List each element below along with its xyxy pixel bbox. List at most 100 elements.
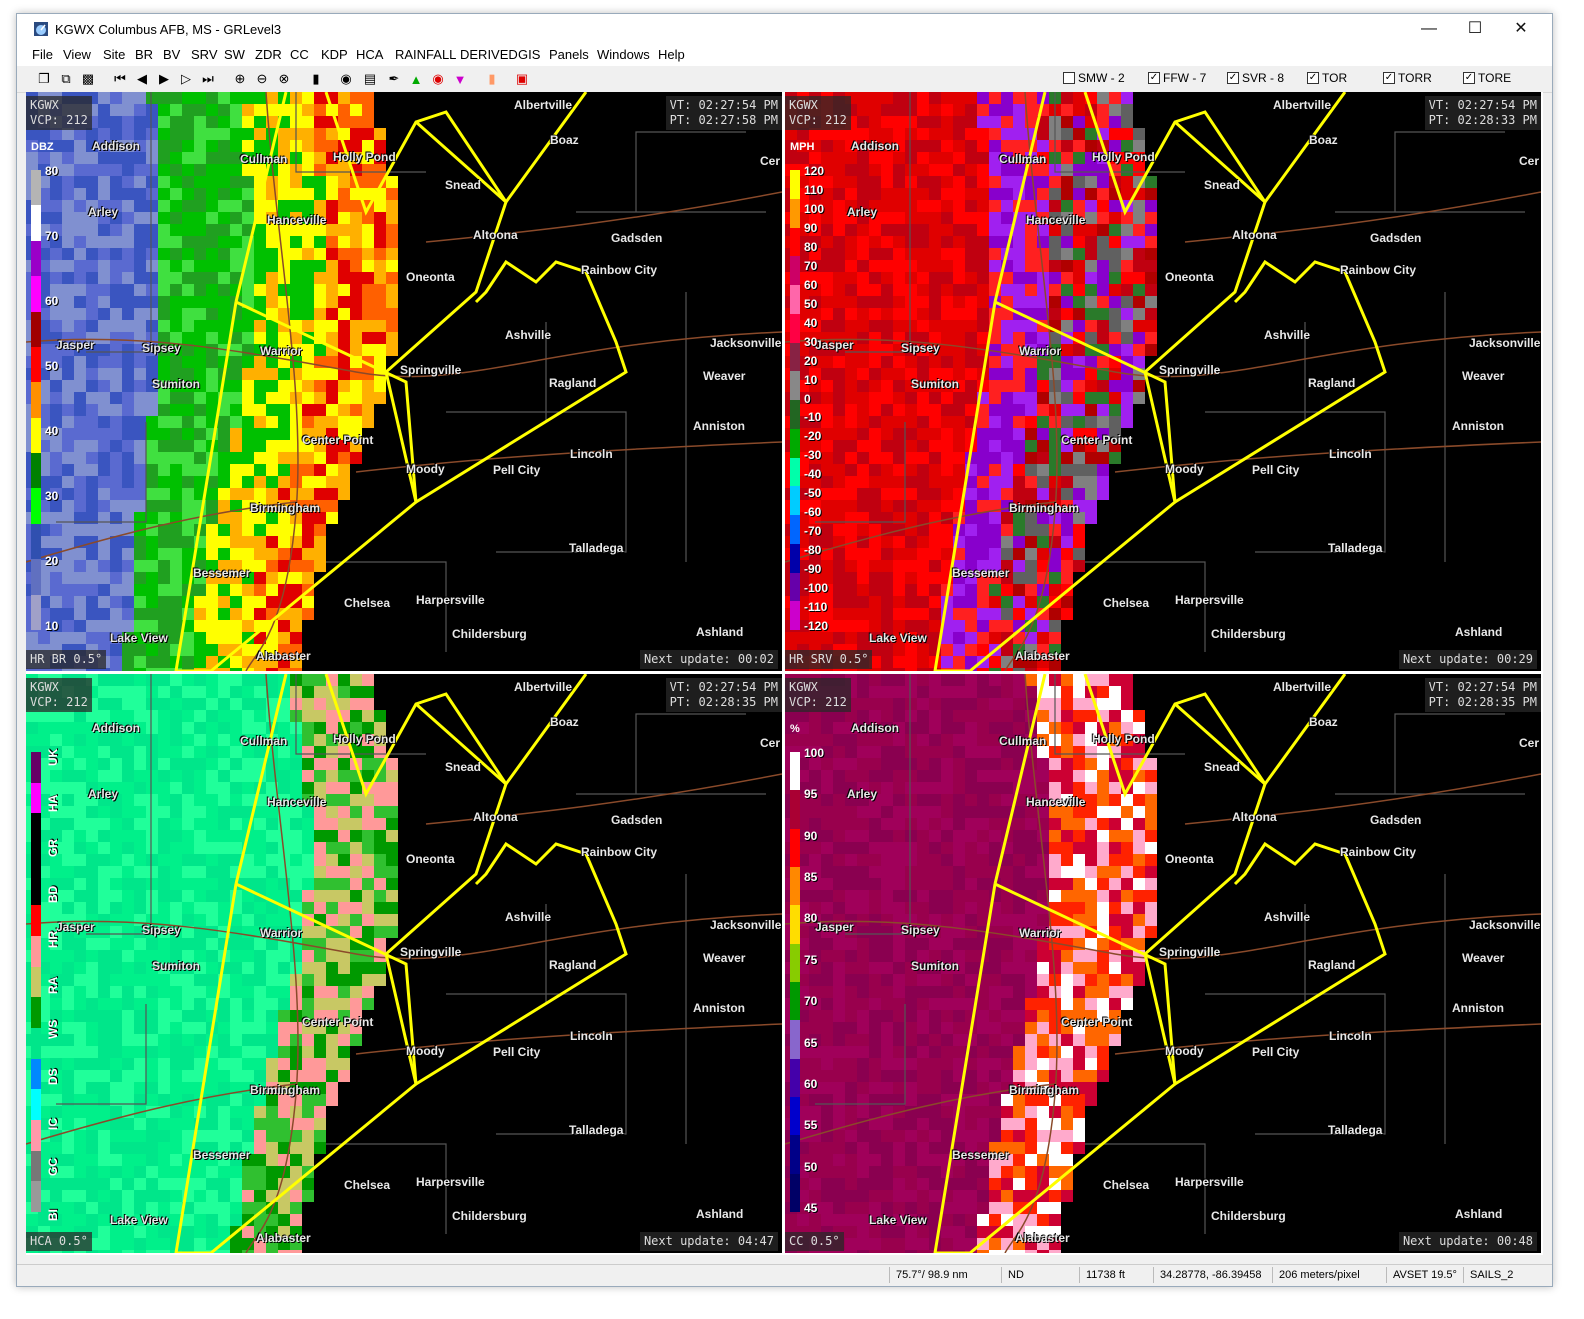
filter-torr-checkbox[interactable]: ✓ TORR	[1383, 71, 1432, 85]
valid-time: VT: 02:27:54 PM	[669, 680, 778, 694]
city-label: Arley	[88, 787, 119, 801]
menu-site[interactable]: Site	[103, 47, 125, 62]
city-label: Ashville	[1264, 910, 1311, 924]
menu-help[interactable]: Help	[658, 47, 685, 62]
copy-icon[interactable]: ❐	[35, 70, 53, 88]
radar-map[interactable]	[26, 674, 782, 1253]
close-button[interactable]: ✕	[1498, 14, 1544, 44]
city-label: Lake View	[110, 631, 168, 645]
palette-icon[interactable]: ▩	[79, 70, 97, 88]
avset-value: AVSET 19.5°	[1386, 1267, 1462, 1283]
menu-cc[interactable]: CC	[290, 47, 309, 62]
vcp-label: VCP: 212	[789, 695, 847, 709]
step-back-icon[interactable]: ◀	[133, 70, 151, 88]
menu-gis[interactable]: GIS	[518, 47, 540, 62]
radar-icon[interactable]: ◉	[337, 70, 355, 88]
play-icon[interactable]: ▶	[155, 70, 173, 88]
radar-panel-3[interactable]: Albertville Boaz Addison Cullman Holly Pond S…	[26, 674, 782, 1253]
city-label: Rainbow City	[581, 845, 658, 859]
city-label: Albertville	[1273, 680, 1332, 694]
city-label: Cer	[1519, 154, 1540, 168]
copy2-icon[interactable]: ⧉	[57, 70, 75, 88]
product-label[interactable]: CC 0.5°	[785, 1232, 844, 1251]
city-label: Boaz	[1309, 715, 1338, 729]
minimize-button[interactable]: —	[1406, 14, 1452, 44]
legend-label: -10	[804, 410, 822, 425]
radar-panel-1[interactable]: Albertville Boaz Addison Cullman Holly Pond S…	[26, 92, 782, 671]
radar-map[interactable]	[785, 674, 1541, 1253]
legend-label: 60	[45, 294, 59, 308]
product-label[interactable]: HR BR 0.5°	[26, 650, 107, 669]
city-label: Holly Pond	[1092, 732, 1155, 746]
menu-zdr[interactable]: ZDR	[255, 47, 282, 62]
city-label: Anniston	[1452, 419, 1504, 433]
radar-map[interactable]	[785, 92, 1541, 671]
city-label: Springville	[400, 363, 462, 377]
site-info: KGWX VCP: 212	[785, 96, 851, 130]
site-code: KGWX	[30, 98, 59, 112]
city-label: Lincoln	[570, 1029, 613, 1043]
city-label: Weaver	[703, 369, 746, 383]
severe-warning-polygon[interactable]	[384, 120, 628, 505]
circle-icon[interactable]: ◉	[429, 70, 447, 88]
city-label: Weaver	[1462, 951, 1505, 965]
menu-kdp[interactable]: KDP	[321, 47, 348, 62]
menu-view[interactable]: View	[63, 47, 91, 62]
pin-icon[interactable]: ✒	[385, 70, 403, 88]
filter-smw-checkbox[interactable]: SMW - 2	[1063, 71, 1125, 85]
legend-label: 50	[804, 1159, 818, 1174]
legend-label: 80	[804, 911, 818, 926]
menu-bv[interactable]: BV	[163, 47, 180, 62]
radar-panel-2[interactable]: Albertville Boaz Addison Cullman Holly Pond S…	[785, 92, 1541, 671]
legend-label: 30	[804, 334, 818, 349]
azimuth-range: 75.7°/ 98.9 nm	[889, 1267, 1000, 1283]
city-label: Birmingham	[1009, 1083, 1080, 1097]
legend-label: BI	[46, 1209, 60, 1221]
menu-rainfall[interactable]: RAINFALL	[395, 47, 456, 62]
filter-tore-checkbox[interactable]: ✓ TORE	[1463, 71, 1511, 85]
menu-srv[interactable]: SRV	[191, 47, 218, 62]
orange-box-icon[interactable]: ▮	[483, 70, 501, 88]
last-frame-icon[interactable]: ⏭	[199, 70, 217, 88]
legend-label: 90	[804, 220, 818, 235]
cursor-icon[interactable]: ▮	[307, 70, 325, 88]
zoom-reset-icon[interactable]: ⊗	[275, 70, 293, 88]
filter-ffw-checkbox[interactable]: ✓ FFW - 7	[1148, 71, 1206, 85]
zoom-in-icon[interactable]: ⊕	[231, 70, 249, 88]
city-label: Jacksonville	[710, 336, 782, 350]
product-label[interactable]: HCA 0.5°	[26, 1232, 92, 1251]
product-label[interactable]: HR SRV 0.5°	[785, 650, 873, 669]
severe-warning-polygon[interactable]	[1143, 120, 1387, 505]
menu-sw[interactable]: SW	[224, 47, 245, 62]
severe-warning-polygon[interactable]	[384, 702, 628, 1087]
zoom-out-icon[interactable]: ⊖	[253, 70, 271, 88]
stop-icon[interactable]: ▣	[513, 70, 531, 88]
time-info: VT: 02:27:54 PM PT: 02:27:58 PM	[665, 96, 782, 130]
menu-br[interactable]: BR	[135, 47, 153, 62]
legend-swatch	[790, 486, 800, 515]
menu-hca[interactable]: HCA	[356, 47, 383, 62]
city-label: Addison	[92, 139, 140, 153]
maximize-button[interactable]: ☐	[1452, 14, 1498, 44]
menu-file[interactable]: File	[32, 47, 53, 62]
filter-tor-checkbox[interactable]: ✓ TOR	[1307, 71, 1347, 85]
radar-map[interactable]	[26, 92, 782, 671]
menu-windows[interactable]: Windows	[597, 47, 650, 62]
severe-warning-polygon[interactable]	[1143, 702, 1387, 1087]
step-forward-icon[interactable]: ▷	[177, 70, 195, 88]
radar-panel-4[interactable]: Albertville Boaz Addison Cullman Holly Pond S…	[785, 674, 1541, 1253]
colorbar-icon[interactable]: ▤	[361, 70, 379, 88]
menu-derived[interactable]: DERIVED	[460, 47, 518, 62]
first-frame-icon[interactable]: ⏮	[111, 70, 129, 88]
menu-panels[interactable]: Panels	[549, 47, 589, 62]
down-triangle-icon[interactable]: ▼	[451, 70, 469, 88]
filter-svr-checkbox[interactable]: ✓ SVR - 8	[1227, 71, 1284, 85]
city-label: Gadsden	[1370, 231, 1422, 245]
legend-swatch	[790, 371, 800, 400]
legend-swatch	[31, 752, 41, 783]
city-label: Warrior	[1019, 344, 1062, 358]
legend-swatch	[790, 572, 800, 602]
legend-swatch	[790, 428, 800, 458]
city-label: Arley	[88, 205, 119, 219]
triangle-icon[interactable]: ▲	[407, 70, 425, 88]
